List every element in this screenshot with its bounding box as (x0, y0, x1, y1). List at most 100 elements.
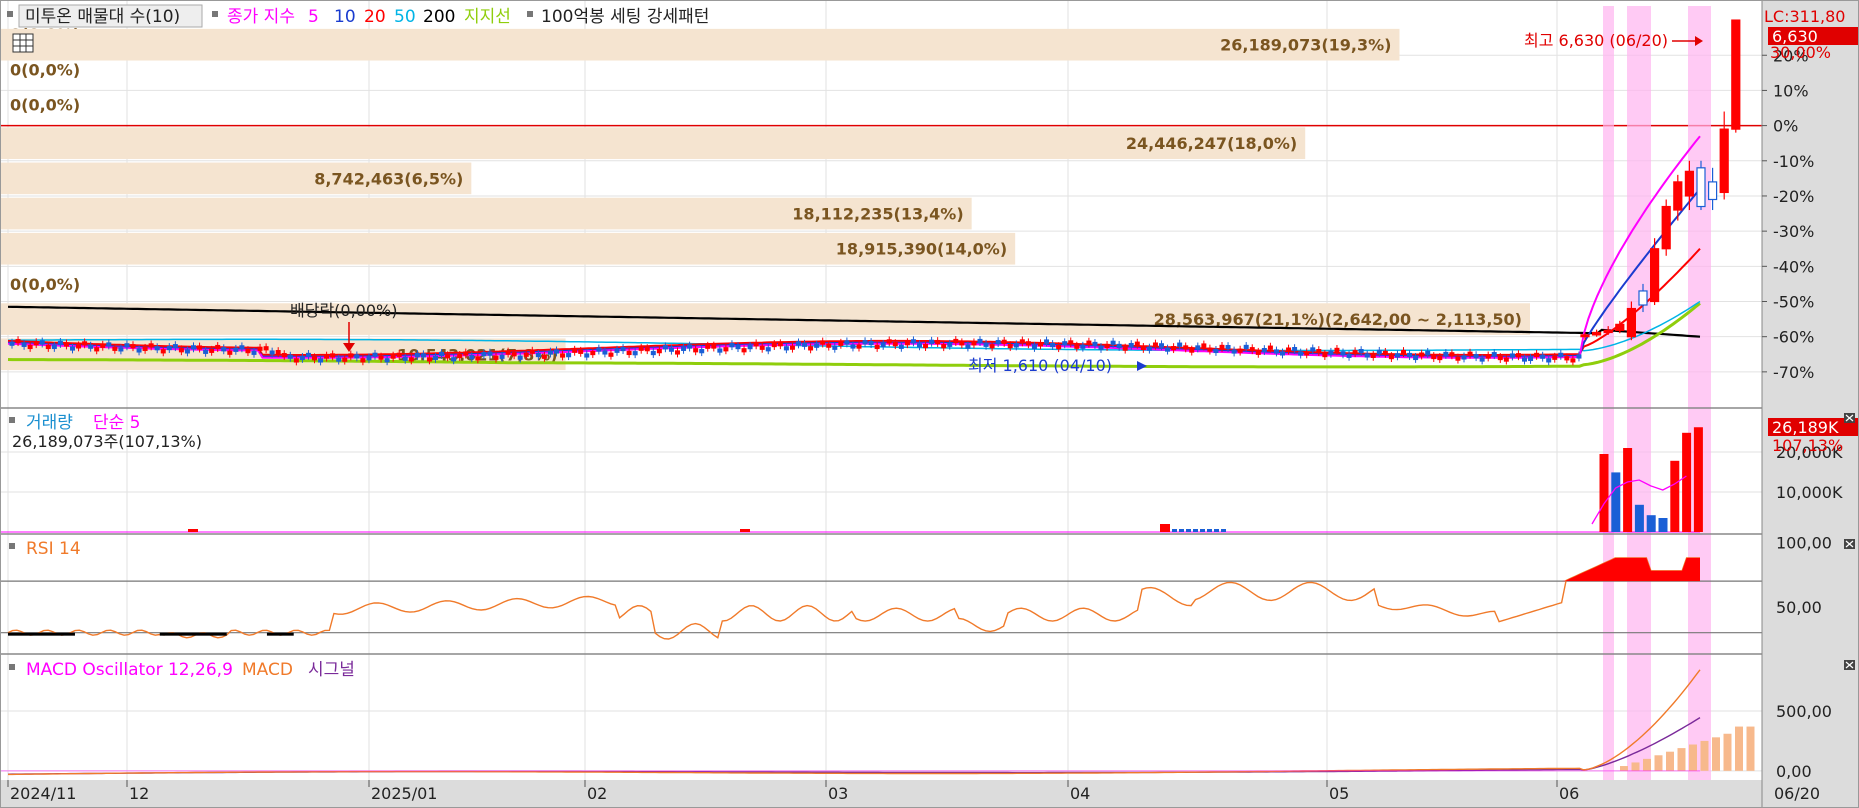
candle-body (239, 345, 245, 350)
candle-body (1183, 345, 1189, 350)
candle-body (1280, 351, 1285, 356)
candle-body (971, 341, 977, 346)
candle-body (910, 339, 916, 344)
candle-body (1122, 346, 1128, 351)
profile-label: 8,742,463(6,5%) (314, 169, 463, 188)
candle-body (1261, 348, 1267, 353)
candle-body (711, 344, 717, 349)
candle-body (209, 348, 215, 353)
candle-body (433, 355, 438, 360)
candle-body (1255, 350, 1261, 355)
candle-body (505, 350, 511, 355)
candle-body (1401, 349, 1406, 355)
candle-body (862, 340, 868, 345)
candle-body (1437, 355, 1443, 361)
candle-body (886, 339, 892, 344)
candle-body (1534, 352, 1540, 358)
candle-body (1134, 341, 1140, 346)
highlight-band (1688, 6, 1711, 780)
close-icon[interactable] (1844, 539, 1855, 549)
volume-bar (1611, 472, 1621, 532)
candle-body (898, 344, 904, 349)
candle-body (1558, 352, 1564, 357)
candle-body (499, 354, 505, 359)
candle-body (1485, 354, 1491, 359)
volume-bar (188, 529, 198, 532)
candle-body (1352, 350, 1358, 355)
candle-body (1237, 348, 1243, 353)
candle-body (299, 355, 305, 361)
signal-label: 시그널 (308, 660, 355, 680)
macd-oscillator-bar (1620, 766, 1628, 771)
table-icon[interactable] (12, 33, 34, 53)
candle-body (1407, 352, 1413, 358)
close-icon[interactable] (1844, 413, 1855, 423)
candle-body (753, 342, 759, 347)
candle-body (1497, 355, 1503, 361)
candle-body (668, 347, 674, 352)
pattern-label: 100억봉 세팅 강세패턴 (541, 7, 709, 27)
x-tick-label: 2024/11 (10, 784, 76, 803)
volume-bar (1599, 454, 1609, 532)
macd-label: MACD (242, 660, 293, 680)
y-tick-label: -10% (1773, 152, 1814, 171)
candle-body (118, 347, 124, 352)
candle-body (995, 340, 1001, 345)
candle-body (820, 340, 826, 345)
volume-bar (1186, 529, 1191, 532)
candle-body (215, 344, 221, 350)
candle-body (33, 341, 39, 346)
legend-bullet-icon (7, 11, 13, 17)
candle-body (560, 353, 566, 358)
candle-body (245, 348, 251, 354)
candle-body (1267, 345, 1273, 350)
volume-bar (1682, 432, 1692, 532)
candle-body (1626, 307, 1637, 338)
macd-oscillator-bar (1689, 744, 1697, 771)
profile-label: 0(0,0%) (10, 96, 80, 115)
candle-body (1140, 345, 1146, 351)
candle-body (197, 345, 203, 350)
candle-body (1449, 352, 1455, 357)
candle-body (1364, 353, 1370, 358)
candle-body (765, 347, 771, 352)
close-icon[interactable] (1844, 660, 1855, 670)
candle-body (1334, 347, 1340, 353)
volume-bar (1623, 448, 1633, 532)
dividend-note: 배당락(0,00%) (290, 301, 397, 320)
candle-body (541, 354, 547, 359)
y-tick-label: -60% (1773, 328, 1814, 347)
candle-body (759, 345, 765, 350)
candle-body (493, 355, 499, 360)
candle-body (1195, 345, 1201, 350)
profile-bar (0, 127, 1306, 160)
candle-body (1044, 339, 1050, 344)
pct-tag: 30,00% (1770, 43, 1831, 62)
y-tick-label: 10,000K (1776, 483, 1843, 502)
candle-body (439, 351, 445, 357)
candle-body (76, 344, 82, 349)
highlight-band (1627, 6, 1651, 780)
macd-oscillator-bar (1654, 755, 1663, 771)
candle-body (771, 342, 777, 348)
candle-body (947, 342, 953, 347)
profile-label: 18,112,235(13,4%) (792, 205, 963, 224)
candle-body (70, 346, 75, 351)
candle-body (687, 344, 693, 349)
candle-body (1603, 329, 1613, 334)
candle-body (1570, 358, 1576, 363)
candle-body (941, 344, 947, 349)
candle-body (802, 342, 808, 347)
candle-body (681, 346, 687, 351)
candle-body (1038, 342, 1043, 347)
candle-body (1431, 354, 1437, 360)
volume-bar (1172, 529, 1177, 532)
candle-body (21, 342, 27, 347)
volume-bar (1646, 515, 1656, 532)
stock-chart[interactable]: 0(0,0%) 26,189,073(19,3%) 0(0,0%) 0(0,0%) 24… (0, 0, 1859, 808)
macd-oscillator-bar (1666, 751, 1674, 771)
candle-body (1382, 350, 1388, 356)
candle-body (63, 342, 69, 347)
candle-body (1225, 344, 1231, 350)
candle-body (1007, 344, 1013, 349)
